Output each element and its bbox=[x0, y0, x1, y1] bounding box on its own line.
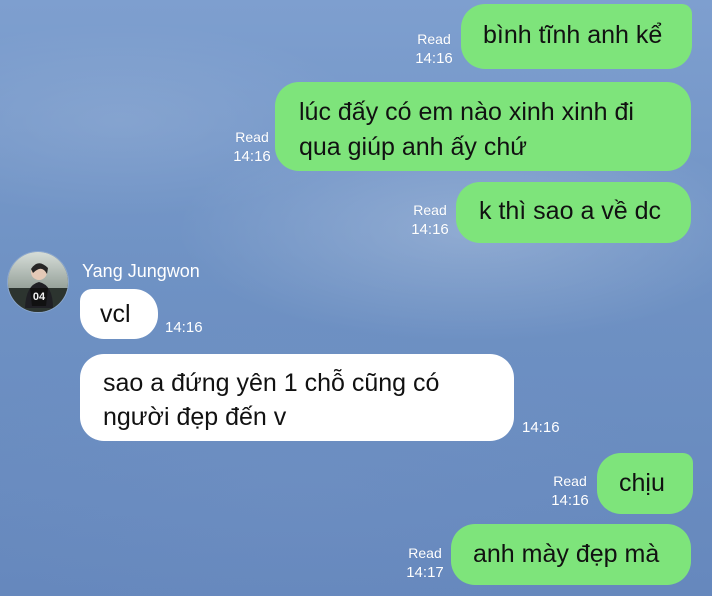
read-receipt: Read 14:16 bbox=[415, 31, 453, 67]
profile-avatar-icon: 04 bbox=[8, 252, 68, 312]
sender-name[interactable]: Yang Jungwon bbox=[82, 260, 200, 282]
message-text-line: người đẹp đến v bbox=[103, 403, 287, 431]
outgoing-message[interactable]: k thì sao a về dc bbox=[456, 182, 691, 243]
incoming-message[interactable]: sao a đứng yên 1 chỗ cũng có người đẹp đ… bbox=[80, 354, 514, 441]
message-text: chịu bbox=[619, 469, 665, 497]
avatar-jersey-number: 04 bbox=[33, 291, 46, 303]
chat-thread: Read 14:16 bình tĩnh anh kể Read 14:16 l… bbox=[0, 0, 712, 596]
message-text: anh mày đẹp mà bbox=[473, 540, 660, 568]
message-text-line: qua giúp anh ấy chứ bbox=[299, 133, 528, 161]
message-text-line: lúc đấy có em nào xinh xinh đi bbox=[299, 98, 634, 126]
outgoing-message[interactable]: bình tĩnh anh kể bbox=[461, 4, 692, 69]
read-receipt: Read 14:16 bbox=[411, 202, 449, 238]
read-receipt: Read 14:17 bbox=[406, 545, 444, 581]
outgoing-message[interactable]: anh mày đẹp mà bbox=[451, 524, 691, 585]
message-text-line: sao a đứng yên 1 chỗ cũng có bbox=[103, 369, 440, 397]
message-text: k thì sao a về dc bbox=[479, 197, 662, 225]
outgoing-message[interactable]: chịu bbox=[597, 453, 693, 514]
incoming-message[interactable]: vcl bbox=[80, 289, 158, 339]
message-text: bình tĩnh anh kể bbox=[483, 21, 663, 49]
message-text: vcl bbox=[100, 300, 131, 328]
sender-avatar[interactable]: 04 bbox=[8, 252, 68, 312]
message-time: 14:16 bbox=[522, 419, 560, 436]
message-time: 14:16 bbox=[165, 319, 203, 336]
outgoing-message[interactable]: lúc đấy có em nào xinh xinh đi qua giúp … bbox=[275, 82, 691, 171]
read-receipt: Read 14:16 bbox=[551, 473, 589, 509]
read-receipt: Read 14:16 bbox=[233, 129, 271, 165]
